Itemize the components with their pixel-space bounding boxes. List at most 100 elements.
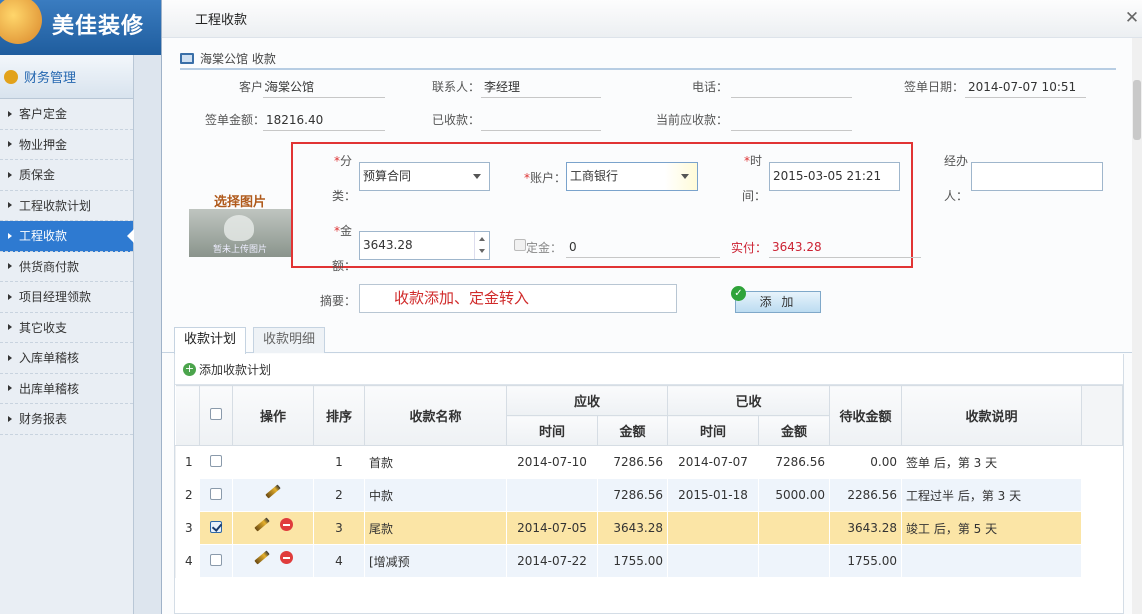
sidebar-item[interactable]: 财务报表 bbox=[0, 404, 133, 435]
due-amount-cell: 1755.00 bbox=[597, 544, 668, 578]
sidebar-item[interactable]: 工程收款 bbox=[0, 221, 134, 252]
arrow-right-icon bbox=[8, 171, 12, 178]
current-due-label: 当前应收款： bbox=[655, 113, 728, 127]
section-title-text: 海棠公馆 收款 bbox=[200, 51, 276, 66]
sidebar: 财务管理 客户定金 物业押金 质保金工程收款计划 工程收款供货商付款 项目经理领款 其它收… bbox=[0, 55, 134, 614]
row-checkbox[interactable] bbox=[210, 520, 222, 533]
arrow-right-icon bbox=[8, 110, 12, 117]
arrow-right-icon bbox=[8, 415, 12, 422]
row-select-cell bbox=[199, 445, 233, 479]
name-cell: 首款 bbox=[364, 445, 507, 479]
arrow-right-icon bbox=[8, 354, 12, 361]
actual-value: 3643.28 bbox=[769, 236, 921, 258]
sidebar-item[interactable]: 工程收款计划 bbox=[0, 191, 133, 221]
sidebar-item-label: 工程收款 bbox=[19, 229, 68, 244]
select-all-header bbox=[199, 385, 233, 446]
tab-payment-detail[interactable]: 收款明细 bbox=[253, 327, 326, 353]
sidebar-item[interactable]: 其它收支 bbox=[0, 313, 133, 343]
current-due-value bbox=[731, 109, 852, 131]
table-row[interactable]: 3 3 尾款 2014-07-05 3643.28 3643.28 竣工 后，第 5 天 bbox=[175, 511, 1123, 545]
sidebar-item[interactable]: 物业押金 bbox=[0, 130, 133, 160]
row-ops-cell bbox=[232, 478, 314, 512]
scrollbar-thumb[interactable] bbox=[1133, 80, 1141, 140]
dialog-titlebar[interactable]: 工程收款 ✕ bbox=[162, 0, 1142, 38]
arrow-right-icon bbox=[8, 232, 12, 239]
delete-icon[interactable] bbox=[279, 518, 293, 531]
image-picker[interactable]: 选择图片 暂未上传图片 bbox=[189, 184, 291, 259]
dialog-scrollbar[interactable] bbox=[1132, 38, 1142, 614]
add-plan-link[interactable]: 添加收款计划 bbox=[199, 361, 271, 378]
sign-amount-label: 签单金额： bbox=[204, 113, 265, 127]
remark-input[interactable]: 收款添加、定金转入 bbox=[359, 284, 677, 313]
row-checkbox[interactable] bbox=[210, 553, 222, 566]
section-title: 海棠公馆 收款 bbox=[180, 48, 1116, 70]
delete-icon[interactable] bbox=[279, 551, 293, 564]
table-row[interactable]: 2 2 中款 7286.56 2015-01-18 5000.00 2286.56 工程过半 … bbox=[175, 478, 1123, 512]
sign-date-value: 2014-07-07 10:51 bbox=[965, 76, 1086, 98]
desc-cell: 竣工 后，第 5 天 bbox=[901, 511, 1082, 545]
add-circle-icon[interactable]: + bbox=[183, 362, 196, 376]
pending-cell: 3643.28 bbox=[829, 511, 902, 545]
finance-icon bbox=[4, 69, 18, 84]
time-label-bottom: 间： bbox=[742, 189, 767, 203]
account-label: *账户： bbox=[523, 171, 566, 185]
sidebar-item[interactable]: 入库单稽核 bbox=[0, 343, 133, 374]
table-row[interactable]: 4 4 [增减预 2014-07-22 1755.00 1755.00 bbox=[175, 544, 1123, 578]
received-amount-cell bbox=[758, 511, 830, 545]
stepper-arrows-icon[interactable] bbox=[474, 232, 489, 259]
desc-cell: 签单 后，第 3 天 bbox=[901, 445, 1082, 479]
sidebar-item[interactable]: 客户定金 bbox=[0, 99, 133, 130]
sign-date-label: 签单日期： bbox=[903, 80, 964, 94]
tab-payment-plan[interactable]: 收款计划 bbox=[174, 327, 247, 354]
contact-label: 联系人： bbox=[431, 80, 480, 94]
amount-label-bottom: 额： bbox=[332, 259, 357, 273]
logo-icon bbox=[0, 0, 42, 44]
close-icon[interactable]: ✕ bbox=[1124, 10, 1140, 27]
sign-amount-value: 18216.40 bbox=[263, 109, 385, 131]
deposit-checkbox[interactable] bbox=[514, 239, 526, 251]
sidebar-header[interactable]: 财务管理 bbox=[0, 55, 133, 99]
sidebar-item-label: 工程收款计划 bbox=[19, 198, 92, 213]
category-value: 预算合同 bbox=[363, 169, 412, 183]
received-time-header: 时间 bbox=[667, 415, 759, 446]
edit-pencil-icon[interactable] bbox=[265, 484, 281, 499]
edit-pencil-icon[interactable] bbox=[253, 517, 270, 532]
received-time-cell: 2015-01-18 bbox=[667, 478, 759, 512]
sidebar-item[interactable]: 质保金 bbox=[0, 160, 133, 191]
received-amount-cell: 5000.00 bbox=[758, 478, 830, 512]
received-amount-header: 金额 bbox=[758, 415, 830, 446]
pending-cell: 0.00 bbox=[829, 445, 902, 479]
due-time-cell: 2014-07-05 bbox=[506, 511, 598, 545]
sidebar-item[interactable]: 项目经理领款 bbox=[0, 282, 133, 313]
account-select[interactable]: 工商银行 bbox=[566, 162, 698, 191]
amount-stepper[interactable]: 3643.28 bbox=[359, 231, 490, 260]
due-amount-cell: 3643.28 bbox=[597, 511, 668, 545]
image-picker-title: 选择图片 bbox=[213, 195, 266, 210]
select-all-checkbox[interactable] bbox=[210, 407, 222, 420]
category-select[interactable]: 预算合同 bbox=[359, 162, 490, 191]
time-input[interactable]: 2015-03-05 21:21 bbox=[769, 162, 900, 191]
payment-dialog: 工程收款 ✕ 海棠公馆 收款 客户： 海棠公馆 联系人： 李经理 电话： 签单日… bbox=[161, 0, 1142, 614]
tab-bar: 收款计划 收款明细 bbox=[162, 323, 1133, 354]
order-cell: 1 bbox=[313, 445, 365, 479]
sidebar-item[interactable]: 供货商付款 bbox=[0, 252, 133, 282]
image-placeholder: 暂未上传图片 bbox=[189, 209, 291, 257]
sidebar-item[interactable]: 出库单稽核 bbox=[0, 374, 133, 404]
add-button[interactable]: ✓ 添 加 bbox=[731, 286, 821, 313]
name-cell: [增减预 bbox=[364, 544, 507, 578]
handler-input[interactable] bbox=[971, 162, 1103, 191]
deposit-label: 定金： bbox=[526, 241, 563, 255]
edit-pencil-icon[interactable] bbox=[253, 550, 270, 565]
row-checkbox[interactable] bbox=[210, 487, 222, 500]
due-amount-header: 金额 bbox=[597, 415, 668, 446]
order-cell: 3 bbox=[313, 511, 365, 545]
row-checkbox[interactable] bbox=[210, 454, 222, 467]
row-ops-cell bbox=[232, 544, 314, 578]
table-row[interactable]: 1 1 首款 2014-07-10 7286.56 2014-07-07 7286.56 0.… bbox=[175, 445, 1123, 479]
row-number: 2 bbox=[175, 478, 200, 512]
customer-value: 海棠公馆 bbox=[263, 76, 385, 98]
row-number: 1 bbox=[175, 445, 200, 479]
sidebar-item-label: 财务报表 bbox=[19, 412, 68, 427]
amount-value: 3643.28 bbox=[363, 238, 413, 252]
image-caption: 暂未上传图片 bbox=[212, 245, 267, 255]
